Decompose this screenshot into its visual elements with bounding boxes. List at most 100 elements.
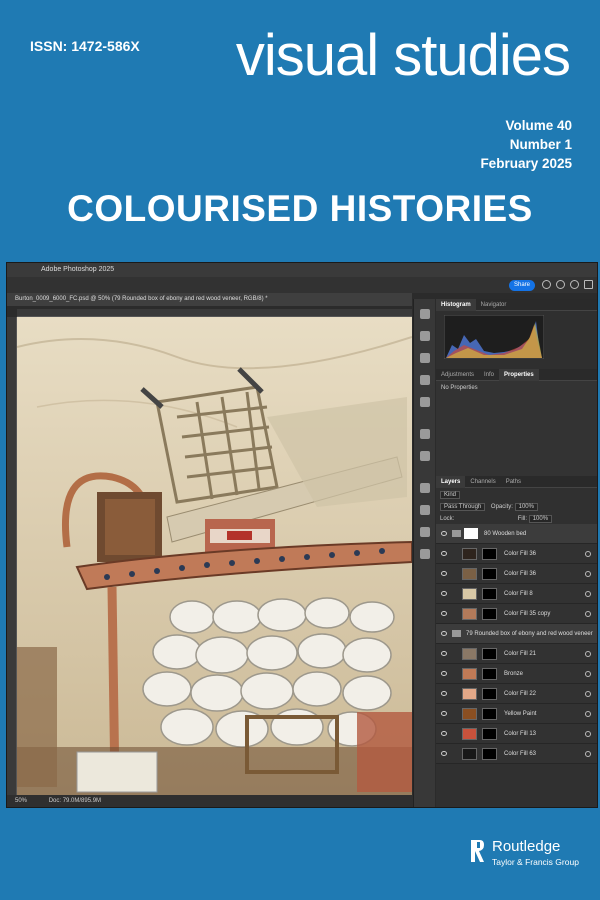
paragraph-icon[interactable] <box>420 451 430 461</box>
fill-input[interactable]: 100% <box>528 515 553 523</box>
vertical-ruler <box>7 317 17 795</box>
tab-info[interactable]: Info <box>479 369 499 381</box>
layer-group-row[interactable]: 79 Rounded box of ebony and red wood ven… <box>436 624 597 644</box>
layer-link-icon[interactable] <box>585 671 591 677</box>
horizontal-ruler <box>17 309 412 317</box>
document-tab[interactable]: Burton_0009_6000_FC.psd @ 50% (79 Rounde… <box>7 293 412 306</box>
fill-color-swatch[interactable] <box>462 668 477 680</box>
layer-mask-thumbnail[interactable] <box>482 548 497 560</box>
visibility-eye-icon[interactable] <box>441 731 447 736</box>
layer-row[interactable]: Color Fill 63 <box>436 744 597 764</box>
layer-link-icon[interactable] <box>585 571 591 577</box>
layer-mask-thumbnail[interactable] <box>482 648 497 660</box>
layer-link-icon[interactable] <box>585 591 591 597</box>
image-canvas[interactable] <box>17 317 412 795</box>
layer-row[interactable]: Color Fill 13 <box>436 724 597 744</box>
visibility-eye-icon[interactable] <box>441 591 447 596</box>
layer-row[interactable]: Color Fill 22 <box>436 684 597 704</box>
lock-row: Lock: Fill: 100% <box>436 512 597 524</box>
styles-icon[interactable] <box>420 505 430 515</box>
visibility-eye-icon[interactable] <box>441 651 447 656</box>
fill-color-swatch[interactable] <box>462 708 477 720</box>
share-button[interactable]: Share <box>509 280 535 291</box>
visibility-eye-icon[interactable] <box>441 551 447 556</box>
notifications-icon[interactable] <box>542 280 551 289</box>
layer-row[interactable]: Bronze <box>436 664 597 684</box>
workspace-icon[interactable] <box>584 280 593 289</box>
glyphs-icon[interactable] <box>420 483 430 493</box>
routledge-logo-icon <box>471 840 484 862</box>
fill-color-swatch[interactable] <box>462 648 477 660</box>
fill-color-swatch[interactable] <box>462 748 477 760</box>
layer-mask-thumbnail[interactable] <box>482 748 497 760</box>
tab-histogram[interactable]: Histogram <box>436 299 476 311</box>
kind-filter-select[interactable]: Kind <box>440 491 461 499</box>
layer-row[interactable]: Color Fill 8 <box>436 584 597 604</box>
zoom-level[interactable]: 50% <box>15 798 27 804</box>
layer-link-icon[interactable] <box>585 751 591 757</box>
swatches-icon[interactable] <box>420 527 430 537</box>
layer-link-icon[interactable] <box>585 651 591 657</box>
tab-navigator[interactable]: Navigator <box>476 299 512 311</box>
layer-row[interactable]: Color Fill 21 <box>436 644 597 664</box>
layer-name: Bronze <box>504 671 524 677</box>
opacity-label: Opacity: <box>490 504 513 510</box>
properties-tabs: Adjustments Info Properties <box>436 369 597 381</box>
layer-link-icon[interactable] <box>585 731 591 737</box>
layer-link-icon[interactable] <box>585 551 591 557</box>
fill-color-swatch[interactable] <box>462 588 477 600</box>
history-icon[interactable] <box>420 309 430 319</box>
publisher-name: Routledge <box>492 838 561 855</box>
layer-name: Color Fill 13 <box>504 731 537 737</box>
layer-mask-thumbnail[interactable] <box>482 608 497 620</box>
layer-mask-thumbnail[interactable] <box>482 688 497 700</box>
search-icon[interactable] <box>556 280 565 289</box>
layer-link-icon[interactable] <box>585 611 591 617</box>
visibility-eye-icon[interactable] <box>441 571 447 576</box>
visibility-eye-icon[interactable] <box>441 631 447 636</box>
layer-mask-thumbnail[interactable] <box>482 668 497 680</box>
fill-color-swatch[interactable] <box>462 568 477 580</box>
layers-list: 80 Wooden bed Color Fill 36 Color Fill 36 C… <box>436 524 597 764</box>
layer-group-row[interactable]: 80 Wooden bed <box>436 524 597 544</box>
visibility-eye-icon[interactable] <box>441 691 447 696</box>
layer-mask-thumbnail[interactable] <box>482 708 497 720</box>
adjust-icon[interactable] <box>420 397 430 407</box>
layer-link-icon[interactable] <box>585 691 591 697</box>
visibility-eye-icon[interactable] <box>441 711 447 716</box>
tab-properties[interactable]: Properties <box>499 369 539 381</box>
character-icon[interactable] <box>420 429 430 439</box>
group-mask-thumbnail <box>464 528 478 539</box>
layer-link-icon[interactable] <box>585 711 591 717</box>
play-icon[interactable] <box>420 353 430 363</box>
fill-color-swatch[interactable] <box>462 608 477 620</box>
layers-tabs: Layers Channels Paths <box>436 476 597 488</box>
visibility-eye-icon[interactable] <box>441 611 447 616</box>
layer-row[interactable]: Color Fill 36 <box>436 564 597 584</box>
visibility-eye-icon[interactable] <box>441 671 447 676</box>
tab-adjustments[interactable]: Adjustments <box>436 369 479 381</box>
layer-mask-thumbnail[interactable] <box>482 728 497 740</box>
layer-mask-thumbnail[interactable] <box>482 568 497 580</box>
tab-layers[interactable]: Layers <box>436 476 466 488</box>
layer-mask-thumbnail[interactable] <box>482 588 497 600</box>
opacity-input[interactable]: 100% <box>514 503 538 511</box>
libraries-icon[interactable] <box>420 549 430 559</box>
layers-comp-icon[interactable] <box>420 331 430 341</box>
issue-info: Volume 40 Number 1 February 2025 <box>480 116 572 173</box>
blend-mode-select[interactable]: Pass Through <box>440 503 486 511</box>
fill-color-swatch[interactable] <box>462 728 477 740</box>
layer-row[interactable]: Yellow Paint <box>436 704 597 724</box>
visibility-eye-icon[interactable] <box>441 531 447 536</box>
help-icon[interactable] <box>570 280 579 289</box>
tab-paths[interactable]: Paths <box>501 476 526 488</box>
layer-row[interactable]: Color Fill 36 <box>436 544 597 564</box>
right-panels: Histogram Navigator Adjustments Info Proper… <box>436 299 597 807</box>
tab-channels[interactable]: Channels <box>465 476 500 488</box>
brush-icon[interactable] <box>420 375 430 385</box>
status-bar: 50% Doc: 79.0M/895.9M <box>7 795 417 807</box>
visibility-eye-icon[interactable] <box>441 751 447 756</box>
fill-color-swatch[interactable] <box>462 548 477 560</box>
layer-row[interactable]: Color Fill 35 copy <box>436 604 597 624</box>
fill-color-swatch[interactable] <box>462 688 477 700</box>
